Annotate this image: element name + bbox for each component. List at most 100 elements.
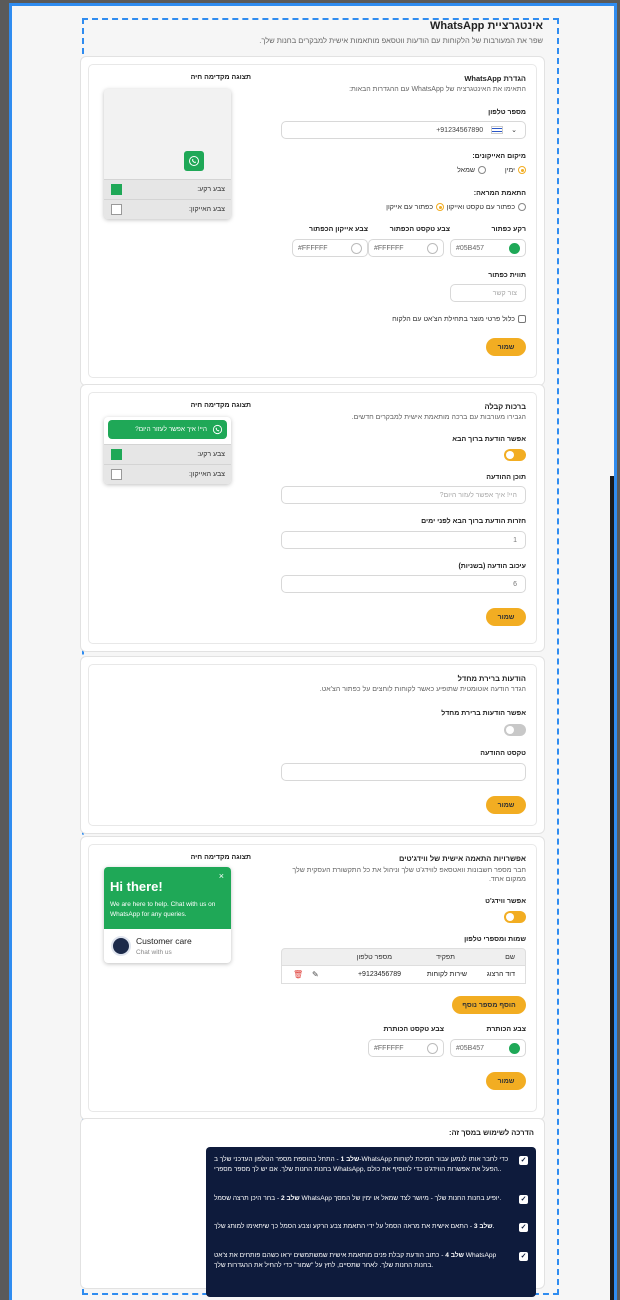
radio-right[interactable] [518,166,526,174]
phone-label: מספר טלפון [488,109,526,116]
default-message-enable-toggle[interactable] [504,724,526,736]
welcome-preview-title: תצוגה מקדימה חיה [190,402,251,409]
button-bg-label: רקע כפתור [491,226,527,233]
radio-left[interactable] [478,166,486,174]
row-phone: +9123456789 [357,971,401,978]
widget-panel: אפשרויות התאמה אישית של ווידג'טים חבר מס… [88,844,537,1112]
position-right-option[interactable]: ימין [505,166,526,174]
include-product-option[interactable]: כלול פרטי מוצר בתחילת הצ'אט עם הלקוח [392,315,526,323]
step-number: שלב 3 [473,1223,493,1230]
green-swatch[interactable] [509,1042,520,1054]
message-content-placeholder: היי! איך אפשר לעזור היום? [439,491,517,499]
edit-icon[interactable]: ✎ [312,970,319,979]
preview-icon-label: צבע האייקון: [188,206,225,213]
default-message-save-button[interactable]: שמור [486,796,526,814]
trash-icon[interactable]: 🗑 [293,970,303,979]
phone-value: +91234567890 [436,126,484,134]
step-text: - בחר היכן תרצה שסמל WhatsApp יופיע בחנו… [214,1195,502,1202]
whatsapp-icon [189,156,199,166]
chevron-down-icon[interactable]: ⌄ [511,126,517,134]
whatsapp-setup-card: הגדרת WhatsApp התאימו את האינטגרציה של W… [80,56,545,386]
button-bg-value: #05B457 [456,244,485,252]
widget-save-button[interactable]: שמור [486,1072,526,1090]
title-color-input[interactable]: #05B457 [450,1039,526,1057]
button-label-input[interactable]: צור קשר [450,284,526,302]
radio-icon[interactable] [436,203,444,211]
widget-enable-toggle[interactable] [504,911,526,923]
preview-icon-swatch[interactable] [111,204,122,215]
white-swatch[interactable] [351,242,362,254]
preview-bg-label: צבע רקע: [197,186,225,193]
israel-flag-icon[interactable] [491,126,504,134]
appearance-icon-option[interactable]: כפתור עם אייקון [386,203,444,211]
welcome-card: ברכות קבלה הגבירו מעורבות עם ברכה מותאמת… [80,384,545,652]
repeat-days-input[interactable]: 1 [281,531,526,549]
message-text-input[interactable] [281,763,526,781]
icon-position-label: מיקום האייקונים: [472,153,526,160]
welcome-save-button[interactable]: שמור [486,608,526,626]
check-icon: ✓ [519,1156,528,1165]
white-swatch[interactable] [427,242,438,254]
welcome-bubble: היי! איך אפשר לעזור היום? [108,420,227,439]
guide-title: הדרכה לשימוש במסך זה: [448,1128,534,1137]
names-phones-label: שמות ומספרי טלפון [464,936,526,943]
window-edge [610,476,614,1300]
guide-step: ✓ שלב 3 - התאם אישית את מראה הסמל על ידי … [214,1222,528,1232]
include-product-checkbox[interactable] [518,315,526,323]
row-name: דוד הרצוג [486,971,515,978]
button-icon-color-input[interactable]: #FFFFFF [292,239,368,257]
button-label-title: תווית כפתור [488,272,526,279]
button-label-placeholder: צור קשר [492,289,517,297]
check-icon: ✓ [519,1195,528,1204]
appearance-text-icon-option[interactable]: כפתור עם טקסט ואייקון [447,203,526,211]
preview-icon-label: צבע האייקון: [188,471,225,478]
position-left-option[interactable]: שמאל [457,166,486,174]
widget-card: אפשרויות התאמה אישית של ווידג'טים חבר מס… [80,836,545,1120]
setup-title: הגדרת WhatsApp [464,74,526,83]
close-icon[interactable]: × [219,871,224,881]
whatsapp-floating-button [184,151,204,171]
button-bg-color-input[interactable]: #05B457 [450,239,526,257]
welcome-live-preview: היי! איך אפשר לעזור היום? צבע רקע: צבע ה… [104,417,231,484]
white-swatch[interactable] [427,1042,438,1054]
add-number-button[interactable]: הוסף מספר נוסף [452,996,526,1014]
phone-field[interactable]: +91234567890 ⌄ [281,121,526,139]
delay-value: 6 [513,580,517,588]
agent-avatar [111,936,131,956]
preview-bg-swatch[interactable] [111,184,122,195]
widget-title: אפשרויות התאמה אישית של ווידג'טים [398,854,526,863]
check-icon: ✓ [519,1252,528,1261]
col-name: שם [505,954,515,961]
preview-icon-swatch[interactable] [111,469,122,480]
widget-live-preview: × Hi there! We are here to help. Chat wi… [104,867,231,963]
agent-name: Customer care [136,936,192,946]
step-text: - התאם אישית את מראה הסמל על ידי התאמת צ… [214,1223,495,1230]
guide-step: ✓ שלב 4 - כתוב הודעת קבלת פנים מותאמת איש… [214,1251,528,1270]
col-role: תפקיד [436,954,455,961]
widget-help-text: We are here to help. Chat with us on Wha… [110,901,216,918]
widget-subtitle: חבר מספר חשבונות וואטסאפ לווידג'ט שלך ונ… [292,867,526,883]
position-left-label: שמאל [457,166,475,174]
table-row: דוד הרצוג שירות לקוחות +9123456789 ✎ 🗑 [281,966,526,984]
message-content-label: תוכן ההודעה [486,474,526,481]
default-message-panel: הודעות ברירת מחדל הגדר הודעה אוטומטית שת… [88,664,537,826]
agent-subtitle: Chat with us [136,949,172,956]
welcome-title: ברכות קבלה [484,402,526,411]
appearance-text-icon-label: כפתור עם טקסט ואייקון [446,203,515,211]
title-text-color-input[interactable]: #FFFFFF [368,1039,444,1057]
radio-text-icon[interactable] [518,203,526,211]
preview-bg-swatch[interactable] [111,449,122,460]
title-text-color-label: צבע טקסט הכותרת [383,1026,444,1033]
button-icon-color-label: צבע אייקון הכפתור [309,226,368,233]
setup-save-button[interactable]: שמור [486,338,526,356]
delay-input[interactable]: 6 [281,575,526,593]
setup-subtitle: התאימו את האינטגרציה של WhatsApp עם ההגד… [349,86,526,93]
welcome-enable-toggle[interactable] [504,449,526,461]
button-text-color-input[interactable]: #FFFFFF [368,239,444,257]
button-text-color-label: צבע טקסט הכפתור [389,226,450,233]
col-phone: מספר טלפון [356,954,392,961]
green-swatch[interactable] [509,242,520,254]
page-subtitle: שפר את המעורבות של הלקוחות עם הודעות ווט… [259,36,543,45]
message-content-input[interactable]: היי! איך אפשר לעזור היום? [281,486,526,504]
widget-header: × Hi there! We are here to help. Chat wi… [104,867,231,929]
